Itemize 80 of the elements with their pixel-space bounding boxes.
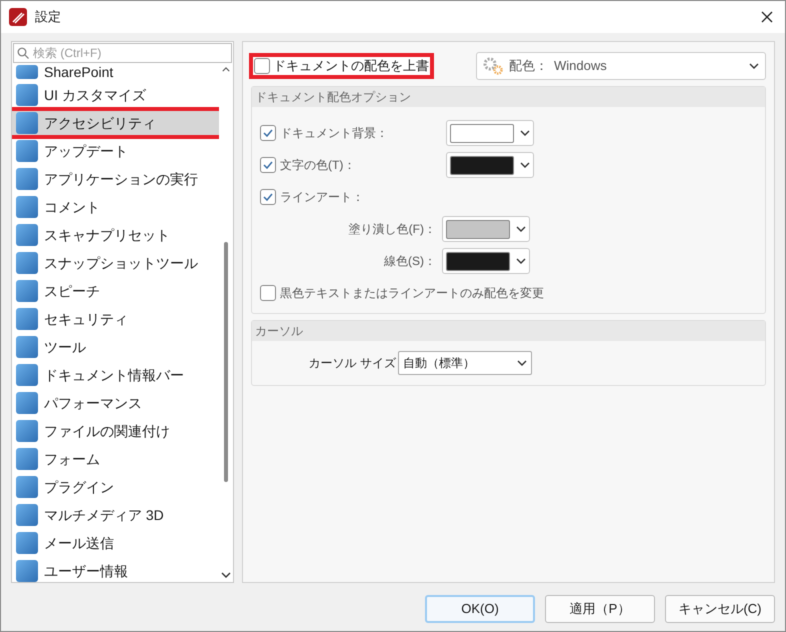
chevron-up-icon bbox=[222, 67, 230, 72]
chevron-down-icon bbox=[516, 226, 526, 232]
color-picker[interactable] bbox=[446, 152, 534, 178]
sidebar-item[interactable]: ドキュメント情報バー bbox=[12, 361, 219, 389]
item-icon bbox=[16, 476, 38, 498]
item-icon bbox=[16, 504, 38, 526]
cursor-size-dropdown[interactable]: 自動（標準） bbox=[398, 351, 532, 375]
sidebar-item[interactable]: パフォーマンス bbox=[12, 389, 219, 417]
close-icon[interactable] bbox=[761, 11, 773, 23]
item-icon bbox=[16, 168, 38, 190]
color-picker[interactable] bbox=[442, 248, 530, 274]
dialog-button[interactable]: キャンセル(C) bbox=[665, 595, 775, 623]
option-label: 線色(S)： bbox=[383, 253, 437, 270]
sidebar-item[interactable]: セキュリティ bbox=[12, 305, 219, 333]
sidebar-item[interactable]: アクセシビリティ bbox=[12, 109, 219, 137]
sidebar-item[interactable]: ファイルの関連付け bbox=[12, 417, 219, 445]
item-icon bbox=[16, 364, 38, 386]
chevron-down-icon bbox=[520, 130, 530, 136]
sidebar-item[interactable]: アプリケーションの実行 bbox=[12, 165, 219, 193]
checkmark-icon bbox=[263, 161, 273, 169]
sidebar-item[interactable]: フォーム bbox=[12, 445, 219, 473]
dialog-button[interactable]: OK(O) bbox=[425, 595, 535, 623]
item-icon bbox=[16, 336, 38, 358]
option-checkbox[interactable]: ラインアート： bbox=[260, 188, 364, 206]
item-icon bbox=[16, 84, 38, 106]
dialog-button[interactable]: 適用（P） bbox=[545, 595, 655, 623]
group-title: ドキュメント配色オプション bbox=[252, 87, 765, 107]
sidebar-item[interactable]: スキャナプリセット bbox=[12, 221, 219, 249]
sidebar-item[interactable]: プラグイン bbox=[12, 473, 219, 501]
item-icon bbox=[16, 420, 38, 442]
override-checkbox-row[interactable]: ドキュメントの配色を上書 bbox=[251, 55, 432, 77]
window-title: 設定 bbox=[35, 8, 61, 26]
sidebar-item[interactable]: アップデート bbox=[12, 137, 219, 165]
chevron-down-icon bbox=[749, 63, 759, 69]
item-icon bbox=[16, 448, 38, 470]
item-icon bbox=[16, 392, 38, 414]
option-label: 塗り潰し色(F)： bbox=[348, 221, 437, 238]
checkbox[interactable] bbox=[260, 157, 276, 173]
item-icon bbox=[16, 252, 38, 274]
item-icon bbox=[16, 308, 38, 330]
chevron-down-icon bbox=[221, 572, 231, 578]
group-title: カーソル bbox=[252, 321, 765, 341]
item-icon bbox=[16, 140, 38, 162]
checkbox[interactable] bbox=[260, 285, 276, 301]
item-icon bbox=[16, 532, 38, 554]
checkbox[interactable] bbox=[260, 189, 276, 205]
checkbox[interactable] bbox=[254, 58, 270, 74]
search-field[interactable]: 検索 (Ctrl+F) bbox=[13, 43, 232, 63]
item-icon bbox=[16, 280, 38, 302]
chevron-down-icon bbox=[517, 360, 527, 366]
sidebar-item[interactable]: メール送信 bbox=[12, 529, 219, 557]
sidebar-item[interactable]: スナップショットツール bbox=[12, 249, 219, 277]
option-checkbox[interactable]: ドキュメント背景： bbox=[260, 124, 446, 142]
cursor-size-label: カーソル サイズ bbox=[308, 355, 397, 372]
chevron-down-icon bbox=[520, 162, 530, 168]
color-picker[interactable] bbox=[442, 216, 530, 242]
item-icon bbox=[16, 560, 38, 582]
checkbox[interactable] bbox=[260, 125, 276, 141]
item-icon bbox=[16, 224, 38, 246]
option-checkbox[interactable]: 文字の色(T)： bbox=[260, 156, 446, 174]
app-logo-icon bbox=[9, 8, 27, 26]
scheme-dropdown[interactable]: 配色： Windows bbox=[476, 52, 766, 80]
sidebar-item[interactable]: SharePoint bbox=[12, 63, 219, 81]
option-checkbox[interactable]: 黒色テキストまたはラインアートのみ配色を変更 bbox=[260, 284, 544, 302]
scrollbar-thumb[interactable] bbox=[224, 242, 228, 482]
item-icon bbox=[16, 112, 38, 134]
checkmark-icon bbox=[263, 129, 273, 137]
item-icon bbox=[16, 196, 38, 218]
sidebar-item[interactable]: ユーザー情報 bbox=[12, 557, 219, 582]
color-picker[interactable] bbox=[446, 120, 534, 146]
item-icon bbox=[16, 65, 38, 79]
checkmark-icon bbox=[263, 193, 273, 201]
sidebar-item[interactable]: コメント bbox=[12, 193, 219, 221]
sidebar-item[interactable]: スピーチ bbox=[12, 277, 219, 305]
sidebar-item[interactable]: ツール bbox=[12, 333, 219, 361]
sidebar-item[interactable]: マルチメディア 3D bbox=[12, 501, 219, 529]
search-icon bbox=[17, 47, 29, 59]
sidebar-item[interactable]: UI カスタマイズ bbox=[12, 81, 219, 109]
gears-icon bbox=[483, 57, 503, 75]
chevron-down-icon bbox=[516, 258, 526, 264]
